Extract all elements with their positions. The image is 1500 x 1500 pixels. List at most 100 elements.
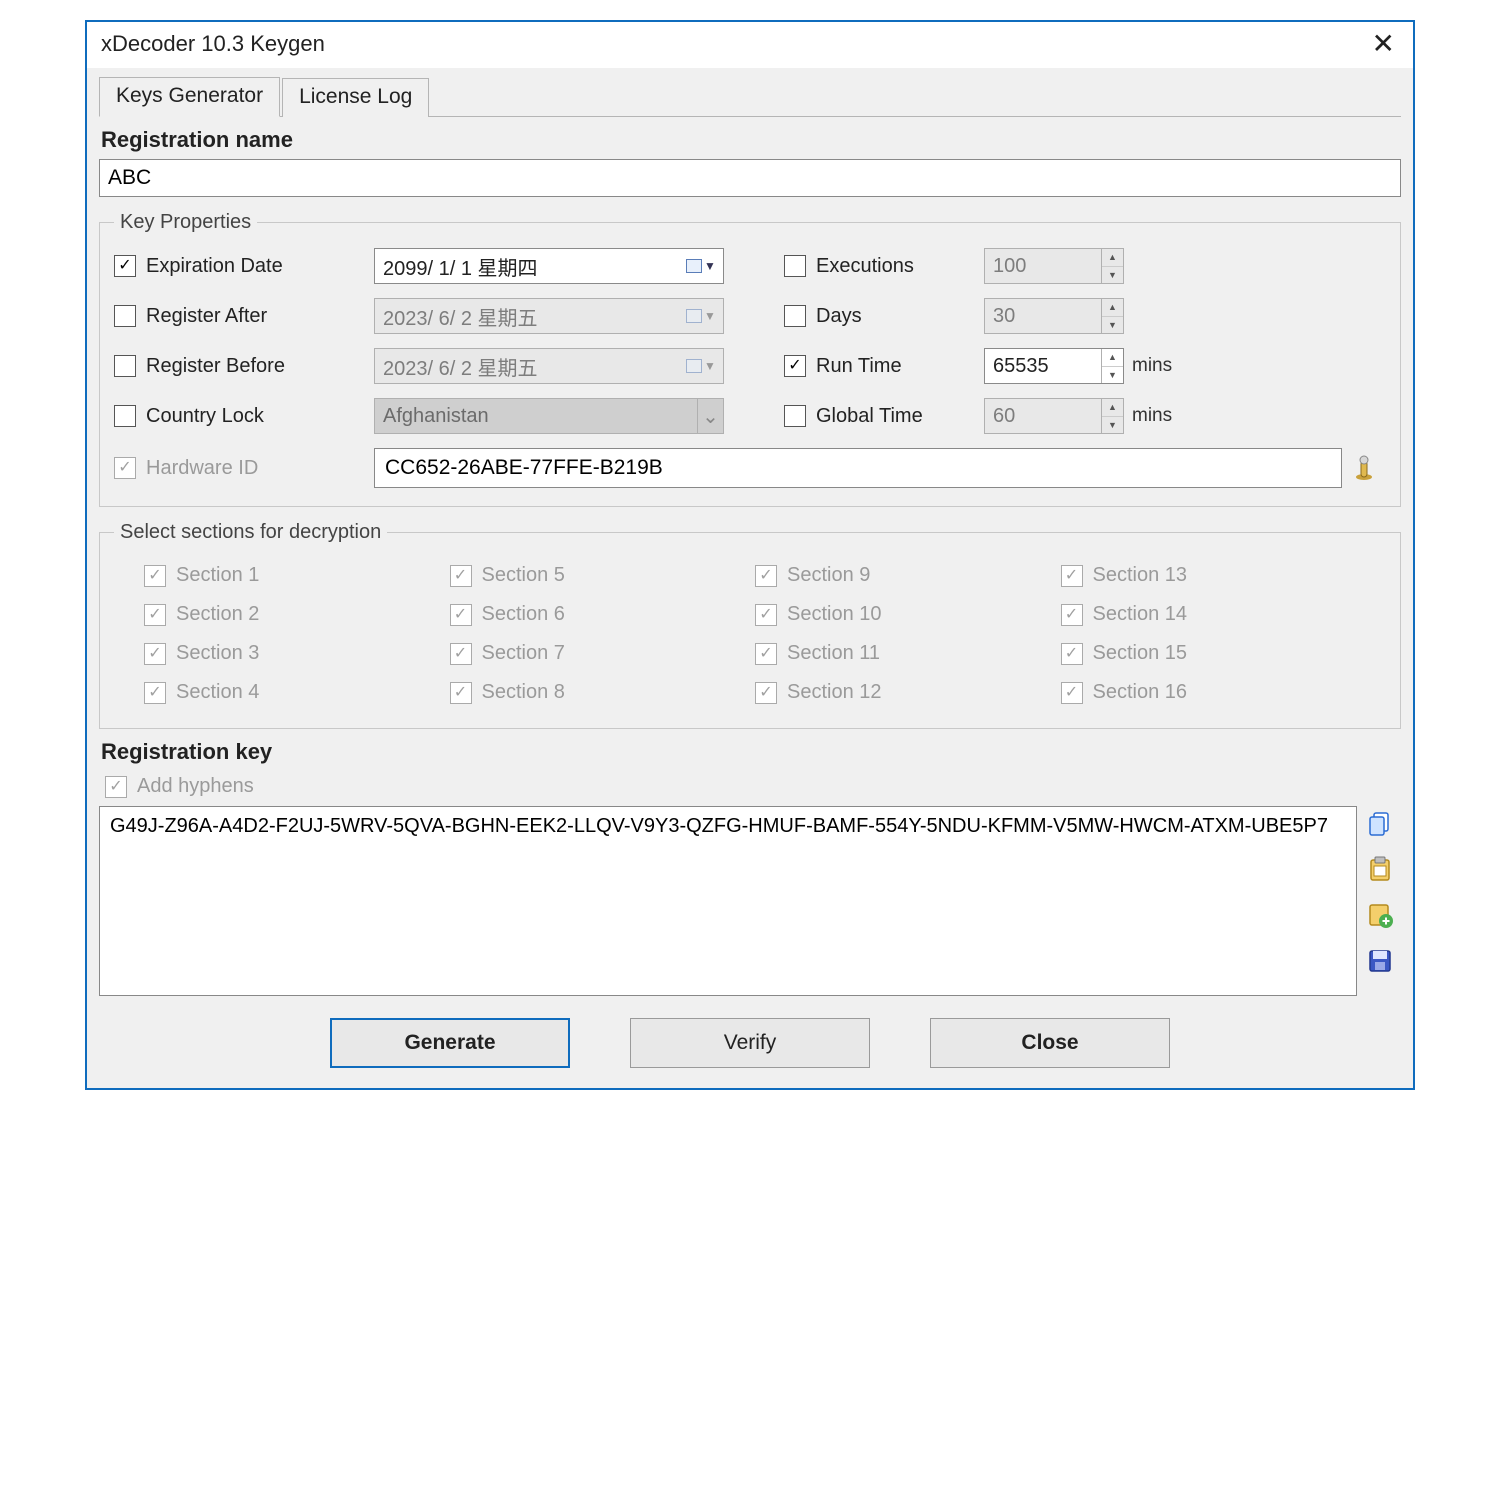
days-value: 30 [993, 305, 1015, 328]
generate-button[interactable]: Generate [330, 1018, 570, 1068]
window-title: xDecoder 10.3 Keygen [101, 31, 325, 57]
register-after-label: Register After [146, 305, 267, 328]
app-window: xDecoder 10.3 Keygen ✕ Keys Generator Li… [85, 20, 1415, 1090]
section-checkbox: ✓Section 5 [450, 564, 746, 587]
section-checkbox: ✓Section 11 [755, 642, 1051, 665]
hardware-id-label: Hardware ID [146, 457, 258, 480]
key-properties-grid: ✓ Expiration Date 2099/ 1/ 1 星期四 ▼ Execu… [114, 248, 1386, 434]
expiration-date-value: 2099/ 1/ 1 星期四 [383, 252, 538, 281]
days-label: Days [816, 305, 862, 328]
key-properties-legend: Key Properties [114, 211, 257, 234]
global-time-value: 60 [993, 405, 1015, 428]
hardware-id-input[interactable] [374, 448, 1342, 488]
register-before-label: Register Before [146, 355, 285, 378]
section-label: Section 5 [482, 564, 565, 587]
executions-label: Executions [816, 255, 914, 278]
country-lock-label: Country Lock [146, 405, 264, 428]
add-icon[interactable] [1367, 902, 1401, 934]
section-label: Section 11 [787, 642, 880, 665]
sections-grid: ✓Section 1 ✓Section 5 ✓Section 9 ✓Section 1… [114, 558, 1386, 710]
expiration-date-label: Expiration Date [146, 255, 283, 278]
spinner-buttons-icon[interactable]: ▲▼ [1101, 399, 1123, 433]
section-checkbox: ✓Section 4 [144, 681, 440, 704]
expiration-date-picker[interactable]: 2099/ 1/ 1 星期四 ▼ [374, 248, 724, 284]
key-side-toolbar [1367, 806, 1401, 980]
sections-group: Select sections for decryption ✓Section … [99, 521, 1401, 729]
section-checkbox: ✓Section 6 [450, 603, 746, 626]
sections-legend: Select sections for decryption [114, 521, 387, 544]
section-label: Section 10 [787, 603, 882, 626]
register-after-value: 2023/ 6/ 2 星期五 [383, 302, 538, 331]
global-time-spinner[interactable]: 60 ▲▼ [984, 398, 1124, 434]
country-lock-combo: Afghanistan ⌄ [374, 398, 724, 434]
register-before-value: 2023/ 6/ 2 星期五 [383, 352, 538, 381]
executions-value: 100 [993, 255, 1026, 278]
chevron-down-icon: ⌄ [697, 399, 723, 433]
section-checkbox: ✓Section 3 [144, 642, 440, 665]
section-checkbox: ✓Section 1 [144, 564, 440, 587]
section-checkbox: ✓Section 9 [755, 564, 1051, 587]
section-checkbox: ✓Section 2 [144, 603, 440, 626]
section-label: Section 7 [482, 642, 565, 665]
section-label: Section 16 [1093, 681, 1188, 704]
executions-spinner[interactable]: 100 ▲▼ [984, 248, 1124, 284]
section-label: Section 14 [1093, 603, 1188, 626]
registration-key-label: Registration key [101, 739, 1399, 765]
hardware-id-checkbox: ✓ Hardware ID [114, 457, 374, 480]
calendar-dropdown-icon[interactable]: ▼ [683, 253, 719, 279]
register-after-checkbox[interactable]: Register After [114, 305, 374, 328]
run-time-unit: mins [1124, 355, 1184, 377]
tab-strip: Keys Generator License Log [99, 76, 1401, 117]
tab-keys-generator[interactable]: Keys Generator [99, 77, 280, 117]
section-label: Section 13 [1093, 564, 1188, 587]
global-time-unit: mins [1124, 405, 1184, 427]
titlebar: xDecoder 10.3 Keygen ✕ [87, 22, 1413, 68]
global-time-checkbox[interactable]: Global Time [784, 405, 984, 428]
registration-name-label: Registration name [101, 127, 1399, 153]
executions-checkbox[interactable]: Executions [784, 255, 984, 278]
section-label: Section 9 [787, 564, 870, 587]
run-time-checkbox[interactable]: ✓ Run Time [784, 355, 984, 378]
section-checkbox: ✓Section 10 [755, 603, 1051, 626]
add-hyphens-checkbox: ✓ Add hyphens [105, 775, 254, 798]
country-lock-checkbox[interactable]: Country Lock [114, 405, 374, 428]
close-button[interactable]: Close [930, 1018, 1170, 1068]
days-checkbox[interactable]: Days [784, 305, 984, 328]
run-time-value: 65535 [993, 355, 1049, 378]
global-time-label: Global Time [816, 405, 923, 428]
run-time-label: Run Time [816, 355, 902, 378]
run-time-spinner[interactable]: 65535 ▲▼ [984, 348, 1124, 384]
spinner-buttons-icon[interactable]: ▲▼ [1101, 299, 1123, 333]
expiration-date-checkbox[interactable]: ✓ Expiration Date [114, 255, 374, 278]
section-label: Section 2 [176, 603, 259, 626]
section-label: Section 8 [482, 681, 565, 704]
add-hyphens-label: Add hyphens [137, 775, 254, 798]
registration-name-input[interactable] [99, 159, 1401, 197]
section-checkbox: ✓Section 16 [1061, 681, 1357, 704]
registration-key-box [99, 806, 1401, 996]
save-icon[interactable] [1367, 948, 1401, 980]
section-label: Section 6 [482, 603, 565, 626]
days-spinner[interactable]: 30 ▲▼ [984, 298, 1124, 334]
register-before-picker: 2023/ 6/ 2 星期五 ▼ [374, 348, 724, 384]
register-before-checkbox[interactable]: Register Before [114, 355, 374, 378]
verify-button[interactable]: Verify [630, 1018, 870, 1068]
registration-key-textarea[interactable] [99, 806, 1357, 996]
section-checkbox: ✓Section 12 [755, 681, 1051, 704]
section-checkbox: ✓Section 15 [1061, 642, 1357, 665]
country-lock-value: Afghanistan [383, 405, 489, 428]
close-icon[interactable]: ✕ [1366, 30, 1401, 58]
section-checkbox: ✓Section 8 [450, 681, 746, 704]
calendar-dropdown-icon: ▼ [683, 303, 719, 329]
hardware-id-action-icon[interactable] [1342, 455, 1386, 481]
copy-icon[interactable] [1367, 810, 1401, 842]
section-label: Section 3 [176, 642, 259, 665]
paste-icon[interactable] [1367, 856, 1401, 888]
client-area: Keys Generator License Log Registration … [87, 68, 1413, 1088]
spinner-buttons-icon[interactable]: ▲▼ [1101, 349, 1123, 383]
section-label: Section 15 [1093, 642, 1188, 665]
spinner-buttons-icon[interactable]: ▲▼ [1101, 249, 1123, 283]
section-label: Section 1 [176, 564, 259, 587]
section-label: Section 12 [787, 681, 882, 704]
tab-license-log[interactable]: License Log [282, 78, 429, 117]
